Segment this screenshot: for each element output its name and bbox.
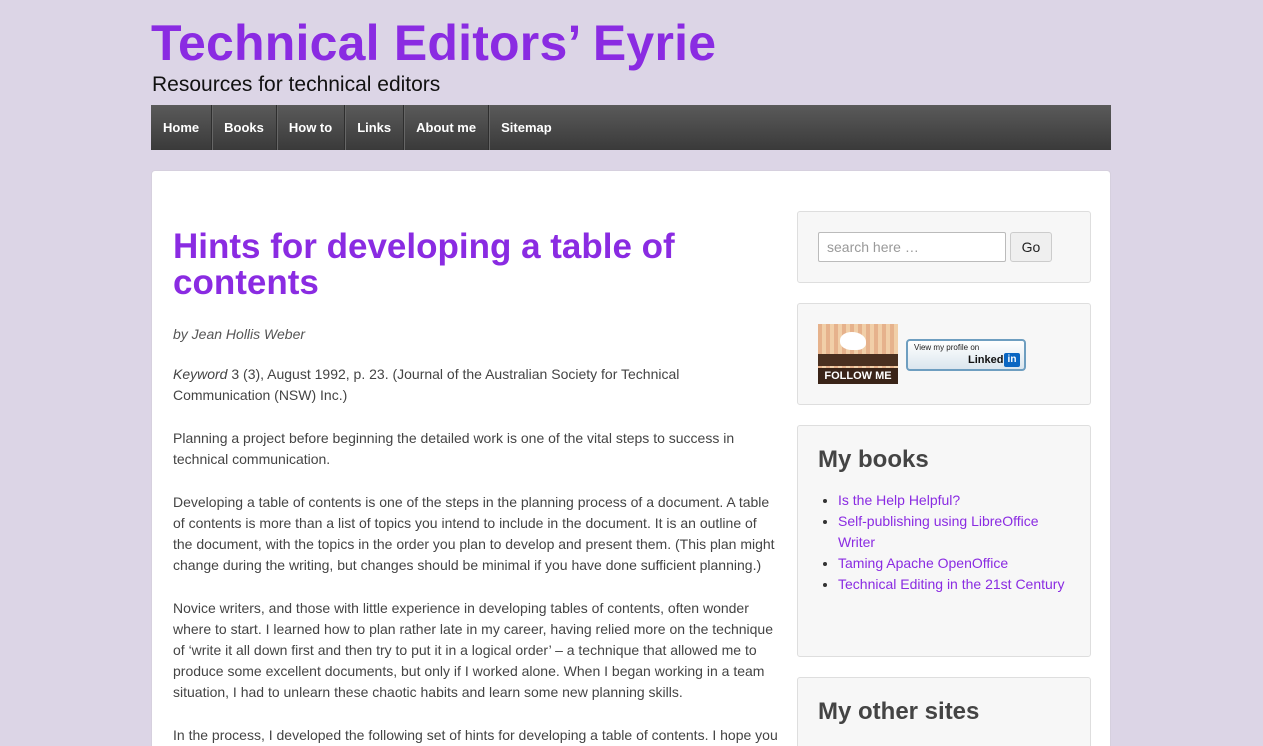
nav-item-home[interactable]: Home <box>151 105 213 150</box>
book-link[interactable]: Is the Help Helpful? <box>838 492 960 508</box>
bird-icon <box>840 332 866 350</box>
my-books-title: My books <box>818 446 929 473</box>
follow-me-label: FOLLOW ME <box>818 368 898 384</box>
list-item: Taming Apache OpenOffice <box>838 553 1070 574</box>
branch-graphic <box>818 354 898 366</box>
my-other-sites-title: My other sites <box>818 698 980 725</box>
search-widget: Go <box>797 211 1091 283</box>
main-navigation: Home Books How to Links About me Sitemap <box>151 105 1111 150</box>
sidebar: Go FOLLOW ME View my profile on Linked i… <box>797 211 1091 746</box>
citation-details: 3 (3), August 1992, p. 23. (Journal of t… <box>173 366 680 403</box>
nav-item-sitemap[interactable]: Sitemap <box>489 105 564 150</box>
list-item: Technical Editing in the 21st Century <box>838 574 1070 595</box>
book-list: Is the Help Helpful? Self-publishing usi… <box>818 490 1070 595</box>
nav-item-about-me[interactable]: About me <box>404 105 490 150</box>
book-link[interactable]: Taming Apache OpenOffice <box>838 555 1008 571</box>
my-other-sites-widget: My other sites <box>797 677 1091 746</box>
list-item: Self-publishing using LibreOffice Writer <box>838 511 1070 553</box>
site-title[interactable]: Technical Editors’ Eyrie <box>151 14 716 72</box>
list-item: Is the Help Helpful? <box>838 490 1070 511</box>
nav-item-how-to[interactable]: How to <box>277 105 346 150</box>
my-books-widget: My books Is the Help Helpful? Self-publi… <box>797 425 1091 657</box>
main-panel: Hints for developing a table of contents… <box>151 170 1111 746</box>
follow-me-badge[interactable]: FOLLOW ME <box>818 324 898 384</box>
linkedin-small-text: View my profile on <box>914 343 980 352</box>
article-citation: Keyword 3 (3), August 1992, p. 23. (Jour… <box>173 364 779 406</box>
social-widget: FOLLOW ME View my profile on Linked in <box>797 303 1091 405</box>
book-link[interactable]: Self-publishing using LibreOffice Writer <box>838 513 1039 550</box>
article-paragraph: Developing a table of contents is one of… <box>173 494 775 573</box>
article-title: Hints for developing a table of contents <box>173 227 675 302</box>
nav-item-links[interactable]: Links <box>345 105 405 150</box>
article-paragraph: Novice writers, and those with little ex… <box>173 600 774 700</box>
linkedin-profile-badge[interactable]: View my profile on Linked in <box>906 339 1026 371</box>
nav-item-books[interactable]: Books <box>212 105 277 150</box>
linkedin-in-icon: in <box>1004 353 1020 367</box>
citation-journal: Keyword <box>173 366 228 382</box>
site-tagline: Resources for technical editors <box>152 73 441 96</box>
article: Hints for developing a table of contents… <box>173 229 779 746</box>
article-paragraph: Planning a project before beginning the … <box>173 430 735 467</box>
article-paragraph: In the process, I developed the followin… <box>173 727 778 743</box>
search-input[interactable] <box>818 232 1006 262</box>
article-byline: by Jean Hollis Weber <box>173 326 306 342</box>
search-go-button[interactable]: Go <box>1010 232 1052 262</box>
book-link[interactable]: Technical Editing in the 21st Century <box>838 576 1064 592</box>
linkedin-brand-text: Linked <box>968 354 1004 366</box>
